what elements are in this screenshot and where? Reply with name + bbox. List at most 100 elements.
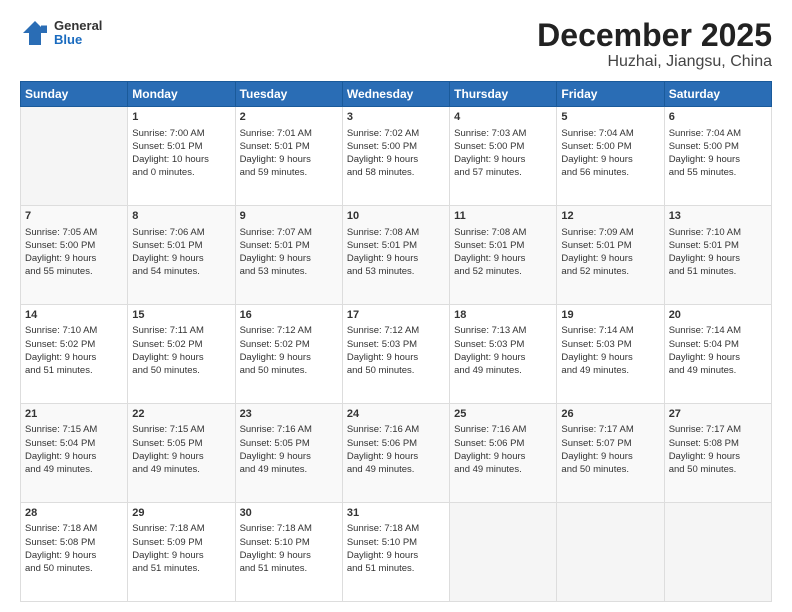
day-info: Sunset: 5:00 PM [454, 140, 552, 153]
calendar-week-5: 28Sunrise: 7:18 AMSunset: 5:08 PMDayligh… [21, 503, 772, 602]
day-info: and 50 minutes. [347, 364, 445, 377]
day-info: Sunrise: 7:18 AM [132, 522, 230, 535]
day-info: Daylight: 9 hours [561, 450, 659, 463]
day-info: Sunset: 5:08 PM [25, 536, 123, 549]
day-number: 9 [240, 209, 338, 224]
day-info: and 57 minutes. [454, 166, 552, 179]
day-info: and 50 minutes. [25, 562, 123, 575]
day-info: Sunrise: 7:03 AM [454, 127, 552, 140]
calendar-cell: 12Sunrise: 7:09 AMSunset: 5:01 PMDayligh… [557, 206, 664, 305]
calendar-cell: 18Sunrise: 7:13 AMSunset: 5:03 PMDayligh… [450, 305, 557, 404]
day-number: 10 [347, 209, 445, 224]
day-info: Sunrise: 7:13 AM [454, 324, 552, 337]
calendar-header-row: SundayMondayTuesdayWednesdayThursdayFrid… [21, 82, 772, 107]
day-info: and 55 minutes. [25, 265, 123, 278]
calendar-cell: 7Sunrise: 7:05 AMSunset: 5:00 PMDaylight… [21, 206, 128, 305]
day-info: Sunset: 5:01 PM [347, 239, 445, 252]
day-number: 5 [561, 110, 659, 125]
day-info: and 52 minutes. [561, 265, 659, 278]
day-info: and 54 minutes. [132, 265, 230, 278]
calendar-cell: 17Sunrise: 7:12 AMSunset: 5:03 PMDayligh… [342, 305, 449, 404]
day-info: and 51 minutes. [669, 265, 767, 278]
title-section: December 2025 Huzhai, Jiangsu, China [537, 18, 772, 71]
day-number: 28 [25, 506, 123, 521]
day-info: Sunrise: 7:18 AM [347, 522, 445, 535]
day-info: Sunset: 5:09 PM [132, 536, 230, 549]
day-info: Daylight: 9 hours [347, 153, 445, 166]
day-info: Daylight: 9 hours [240, 351, 338, 364]
day-info: and 50 minutes. [132, 364, 230, 377]
day-info: Sunset: 5:10 PM [347, 536, 445, 549]
day-number: 17 [347, 308, 445, 323]
day-info: and 51 minutes. [25, 364, 123, 377]
day-number: 19 [561, 308, 659, 323]
day-info: Sunset: 5:04 PM [25, 437, 123, 450]
day-header-wednesday: Wednesday [342, 82, 449, 107]
day-info: Sunset: 5:01 PM [132, 140, 230, 153]
day-info: and 49 minutes. [454, 463, 552, 476]
logo-icon [20, 18, 50, 48]
day-info: Sunset: 5:06 PM [347, 437, 445, 450]
day-info: Daylight: 9 hours [561, 351, 659, 364]
day-info: and 55 minutes. [669, 166, 767, 179]
day-info: Sunset: 5:02 PM [25, 338, 123, 351]
calendar-cell [450, 503, 557, 602]
calendar-cell: 13Sunrise: 7:10 AMSunset: 5:01 PMDayligh… [664, 206, 771, 305]
day-info: Sunrise: 7:05 AM [25, 226, 123, 239]
day-info: Daylight: 9 hours [669, 252, 767, 265]
day-number: 1 [132, 110, 230, 125]
day-info: Daylight: 9 hours [347, 450, 445, 463]
calendar-cell: 28Sunrise: 7:18 AMSunset: 5:08 PMDayligh… [21, 503, 128, 602]
day-info: and 53 minutes. [347, 265, 445, 278]
day-number: 26 [561, 407, 659, 422]
calendar-cell: 3Sunrise: 7:02 AMSunset: 5:00 PMDaylight… [342, 107, 449, 206]
day-info: Daylight: 9 hours [132, 252, 230, 265]
calendar-cell: 24Sunrise: 7:16 AMSunset: 5:06 PMDayligh… [342, 404, 449, 503]
calendar-week-1: 1Sunrise: 7:00 AMSunset: 5:01 PMDaylight… [21, 107, 772, 206]
day-info: Sunset: 5:00 PM [25, 239, 123, 252]
day-info: Sunrise: 7:18 AM [25, 522, 123, 535]
day-info: and 49 minutes. [561, 364, 659, 377]
day-number: 22 [132, 407, 230, 422]
calendar-week-3: 14Sunrise: 7:10 AMSunset: 5:02 PMDayligh… [21, 305, 772, 404]
day-info: Sunset: 5:10 PM [240, 536, 338, 549]
page-subtitle: Huzhai, Jiangsu, China [537, 53, 772, 71]
day-info: Sunset: 5:00 PM [561, 140, 659, 153]
calendar-cell: 25Sunrise: 7:16 AMSunset: 5:06 PMDayligh… [450, 404, 557, 503]
day-info: Sunrise: 7:15 AM [132, 423, 230, 436]
day-number: 4 [454, 110, 552, 125]
day-info: Sunrise: 7:16 AM [454, 423, 552, 436]
logo-general: General [54, 19, 102, 33]
day-info: Sunrise: 7:18 AM [240, 522, 338, 535]
day-info: Daylight: 9 hours [561, 153, 659, 166]
day-info: Daylight: 9 hours [25, 549, 123, 562]
day-number: 11 [454, 209, 552, 224]
day-info: Sunrise: 7:10 AM [669, 226, 767, 239]
day-number: 21 [25, 407, 123, 422]
day-info: Sunset: 5:02 PM [240, 338, 338, 351]
day-info: and 50 minutes. [669, 463, 767, 476]
logo-blue: Blue [54, 33, 102, 47]
calendar-cell: 1Sunrise: 7:00 AMSunset: 5:01 PMDaylight… [128, 107, 235, 206]
day-info: and 50 minutes. [561, 463, 659, 476]
day-number: 8 [132, 209, 230, 224]
day-number: 3 [347, 110, 445, 125]
calendar-cell: 14Sunrise: 7:10 AMSunset: 5:02 PMDayligh… [21, 305, 128, 404]
day-info: Daylight: 9 hours [240, 450, 338, 463]
day-info: Sunrise: 7:11 AM [132, 324, 230, 337]
day-info: Sunset: 5:08 PM [669, 437, 767, 450]
calendar-cell: 29Sunrise: 7:18 AMSunset: 5:09 PMDayligh… [128, 503, 235, 602]
day-info: Sunset: 5:07 PM [561, 437, 659, 450]
day-info: Daylight: 9 hours [25, 351, 123, 364]
day-number: 31 [347, 506, 445, 521]
day-info: Daylight: 9 hours [669, 351, 767, 364]
day-info: Sunrise: 7:02 AM [347, 127, 445, 140]
day-info: Daylight: 9 hours [347, 351, 445, 364]
day-header-sunday: Sunday [21, 82, 128, 107]
day-number: 15 [132, 308, 230, 323]
day-info: Sunset: 5:01 PM [132, 239, 230, 252]
day-info: Daylight: 9 hours [347, 252, 445, 265]
day-info: and 52 minutes. [454, 265, 552, 278]
day-number: 29 [132, 506, 230, 521]
day-info: and 0 minutes. [132, 166, 230, 179]
